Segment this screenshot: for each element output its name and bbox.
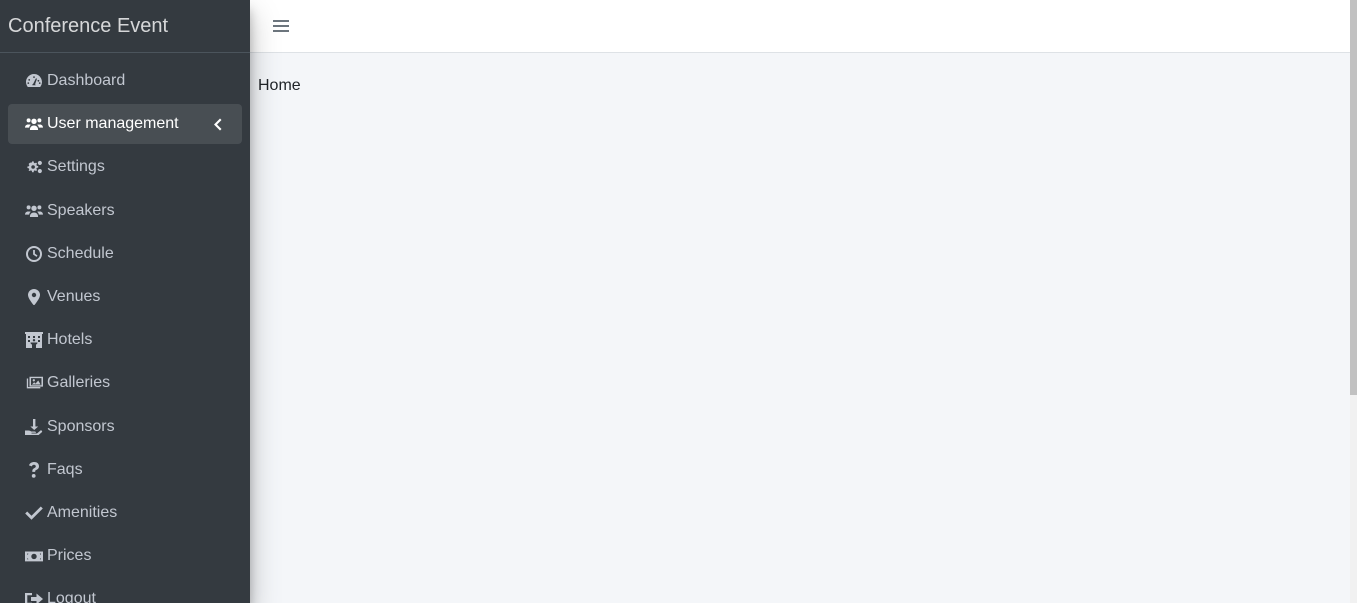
sidebar-item-label: User management [47, 115, 179, 133]
sidebar-item-amenities[interactable]: Amenities [8, 493, 242, 533]
sidebar: Conference Event Dashboard User manageme… [0, 0, 250, 603]
cogs-icon [24, 158, 43, 176]
question-icon [24, 461, 43, 479]
sidebar-item-prices[interactable]: Prices [8, 536, 242, 576]
page-scrollbar[interactable] [1350, 0, 1357, 603]
sidebar-item-label: Schedule [47, 244, 114, 262]
sidebar-nav: Dashboard User management Settings Speak… [0, 61, 250, 603]
sidebar-item-label: Sponsors [47, 417, 115, 435]
sidebar-item-hotels[interactable]: Hotels [8, 320, 242, 360]
sign-out-icon [24, 590, 43, 603]
sidebar-item-label: Galleries [47, 374, 111, 392]
sidebar-item-label: Logout [47, 590, 96, 603]
clock-icon [24, 245, 43, 263]
main-content: Home [250, 53, 1350, 603]
brand-title[interactable]: Conference Event [0, 0, 250, 53]
hand-holding-icon [24, 418, 43, 436]
scrollbar-thumb[interactable] [1350, 0, 1357, 395]
sidebar-item-user-management[interactable]: User management [8, 104, 242, 145]
sidebar-item-dashboard[interactable]: Dashboard [8, 61, 242, 101]
dashboard-icon [24, 72, 43, 90]
hamburger-menu-icon[interactable] [272, 17, 290, 35]
money-bill-icon [24, 547, 43, 565]
users-icon [24, 202, 43, 220]
sidebar-item-label: Prices [47, 547, 92, 565]
sidebar-item-label: Settings [47, 158, 105, 176]
sidebar-item-speakers[interactable]: Speakers [8, 191, 242, 231]
sidebar-item-label: Speakers [47, 201, 115, 219]
sidebar-item-label: Venues [47, 287, 101, 305]
top-navbar [250, 0, 1350, 53]
chevron-left-icon[interactable] [212, 116, 222, 132]
sidebar-item-label: Amenities [47, 503, 118, 521]
sidebar-item-label: Hotels [47, 331, 93, 349]
hotel-icon [24, 331, 43, 349]
users-icon [24, 115, 43, 133]
sidebar-item-settings[interactable]: Settings [8, 147, 242, 187]
map-marker-icon [24, 288, 43, 306]
sidebar-item-label: Dashboard [47, 72, 126, 89]
images-icon [24, 374, 43, 392]
sidebar-item-galleries[interactable]: Galleries [8, 363, 242, 403]
sidebar-item-logout[interactable]: Logout [8, 579, 242, 603]
sidebar-item-schedule[interactable]: Schedule [8, 234, 242, 274]
page-title: Home [258, 77, 301, 94]
sidebar-item-label: Faqs [47, 460, 83, 478]
sidebar-item-venues[interactable]: Venues [8, 277, 242, 317]
check-icon [24, 504, 43, 522]
sidebar-item-sponsors[interactable]: Sponsors [8, 407, 242, 447]
sidebar-item-faqs[interactable]: Faqs [8, 450, 242, 490]
